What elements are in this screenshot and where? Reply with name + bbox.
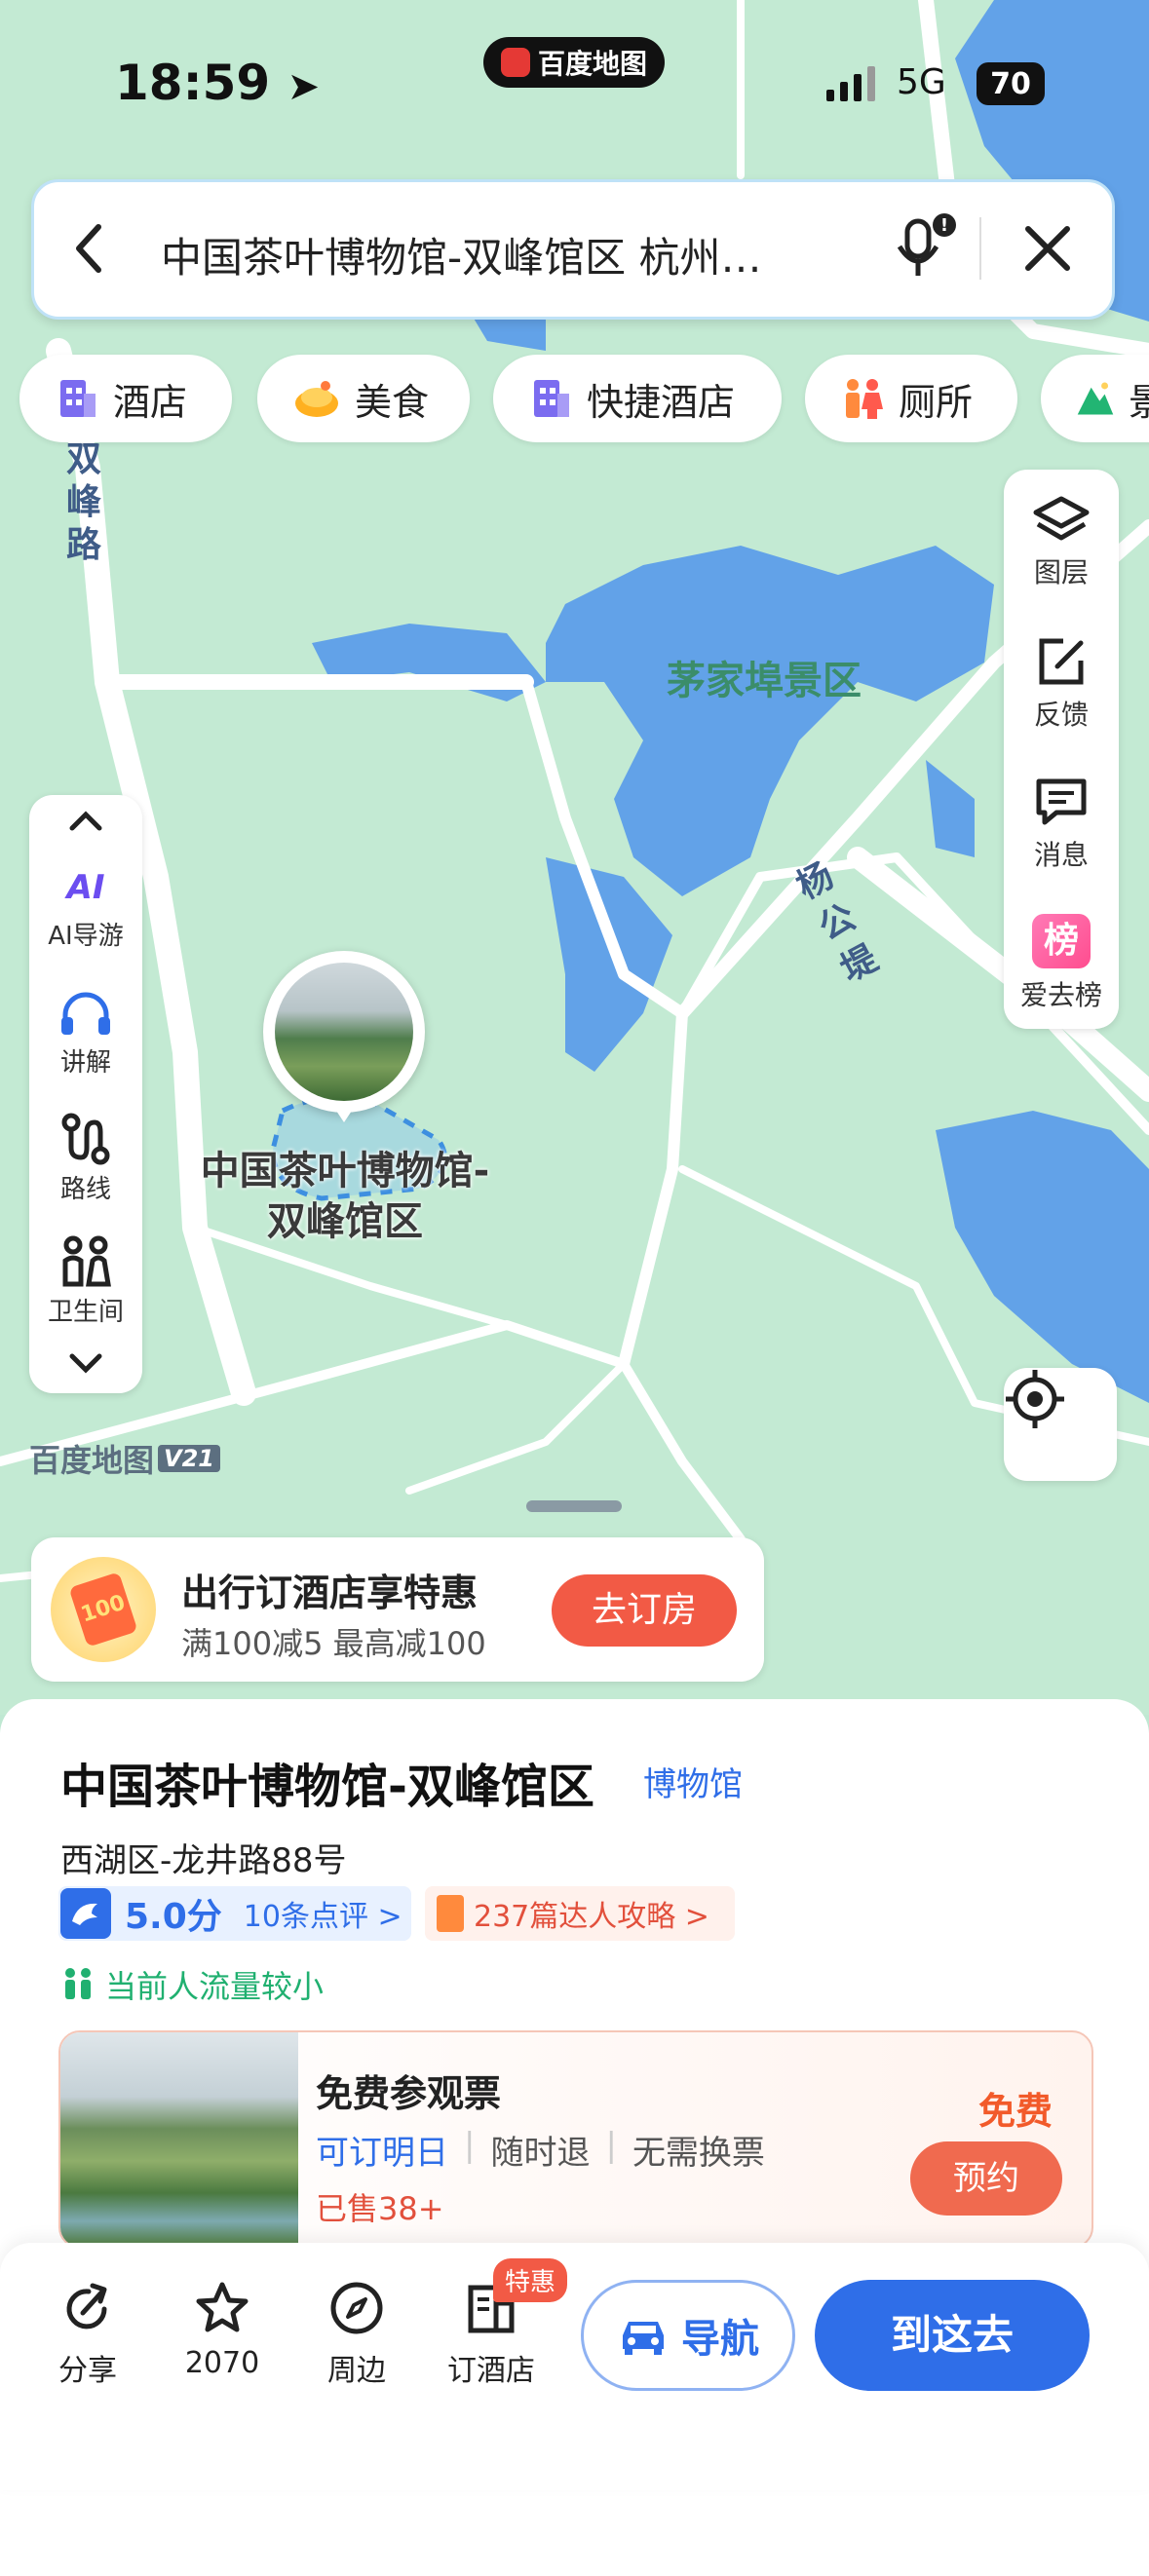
ai-guide-button[interactable]: AI AI导游 <box>29 863 142 952</box>
close-icon[interactable] <box>1020 221 1075 280</box>
network-type: 5G <box>897 62 946 102</box>
sheet-drag-handle[interactable] <box>526 1500 622 1512</box>
book-hotel-button[interactable]: 去订房 <box>552 1574 737 1647</box>
ticket-card[interactable]: 免费参观票 可订明日 | 随时退 | 无需换票 已售38+ 免费 预约 <box>58 2030 1093 2249</box>
place-address: 西湖区-龙井路88号 <box>60 1841 347 1880</box>
chip-budget-hotel[interactable]: 快捷酒店 <box>493 355 782 442</box>
review-count-link[interactable]: 10条点评 > <box>244 1892 402 1935</box>
chip-label: 厕所 <box>899 380 974 424</box>
collapse-up-icon[interactable] <box>29 807 142 838</box>
baidu-map-logo-icon <box>500 48 530 77</box>
guides-badge[interactable]: 237篇达人攻略 > <box>425 1886 735 1941</box>
favorite-button[interactable]: 2070 <box>164 2280 281 2380</box>
poi-label[interactable]: 中国茶叶博物馆- 双峰馆区 <box>179 1146 511 1247</box>
ticket-tags: 可订明日 | 随时退 | 无需换票 <box>316 2126 765 2173</box>
map-watermark: 百度地图 V21 <box>29 1436 220 1481</box>
ai-icon: AI <box>66 868 105 907</box>
poi-label-line2: 双峰馆区 <box>267 1199 423 1244</box>
expand-down-icon[interactable] <box>29 1350 142 1382</box>
share-button[interactable]: 分享 <box>29 2280 146 2389</box>
chip-food[interactable]: 美食 <box>257 355 470 442</box>
nearby-button[interactable]: 周边 <box>298 2280 415 2389</box>
status-app-badge: 百度地图 <box>483 37 665 88</box>
feedback-edit-icon <box>1039 638 1084 685</box>
reserve-button[interactable]: 预约 <box>910 2141 1062 2216</box>
go-here-button[interactable]: 到这去 <box>815 2280 1090 2391</box>
messages-button[interactable]: 消息 <box>1004 776 1119 873</box>
search-bar[interactable]: 中国茶叶博物馆-双峰馆区 杭州… ! <box>31 179 1115 320</box>
ticket-price: 免费 <box>978 2090 1053 2133</box>
ranking-button[interactable]: 榜 爱去榜 <box>1004 914 1119 1013</box>
locate-button[interactable] <box>1004 1368 1117 1481</box>
people-icon <box>65 1968 91 1999</box>
layers-button[interactable]: 图层 <box>1004 495 1119 590</box>
restroom-icon <box>62 1235 111 1287</box>
chip-toilet[interactable]: 厕所 <box>805 355 1017 442</box>
chip-label: 景 <box>1128 380 1149 424</box>
back-icon[interactable] <box>69 217 108 284</box>
route-button[interactable]: 路线 <box>29 1113 142 1205</box>
car-icon <box>623 2322 664 2355</box>
right-toolbar: 图层 反馈 消息 榜 爱去榜 <box>1004 470 1119 1029</box>
navigate-button[interactable]: 导航 <box>581 2280 795 2391</box>
budget-hotel-icon <box>534 380 569 417</box>
discount-badge: 特惠 <box>493 2258 568 2302</box>
promo-title: 出行订酒店享特惠 <box>181 1572 479 1614</box>
locate-icon <box>1006 1370 1064 1428</box>
chip-scenic[interactable]: 景 <box>1041 355 1149 442</box>
ranking-icon: 榜 <box>1032 914 1091 968</box>
layers-icon <box>1033 496 1090 541</box>
ticket-tag: 可订明日 <box>316 2134 448 2173</box>
star-icon <box>196 2282 249 2332</box>
left-toolbar: AI AI导游 讲解 路线 卫生间 <box>29 795 142 1393</box>
guides-link[interactable]: 237篇达人攻略 > <box>474 1892 709 1935</box>
ticket-title: 免费参观票 <box>316 2072 502 2115</box>
ticket-sold-count: 已售38+ <box>316 2190 444 2227</box>
share-icon <box>66 2283 107 2330</box>
location-arrow-icon: ➤ <box>287 64 321 109</box>
scenic-area-label: 茅家埠景区 <box>667 659 862 703</box>
feedback-button[interactable]: 反馈 <box>1004 635 1119 733</box>
chip-label: 美食 <box>355 380 430 424</box>
toilet-icon <box>846 379 883 419</box>
version-badge: V21 <box>158 1445 220 1472</box>
hotel-icon <box>60 380 96 417</box>
compass-icon <box>330 2282 383 2334</box>
guide-book-icon <box>437 1895 464 1932</box>
watermark-text: 百度地图 <box>29 1442 155 1479</box>
chip-label: 酒店 <box>113 380 188 424</box>
rating-score: 5.0分 <box>125 1897 222 1937</box>
crowd-status: 当前人流量较小 <box>60 1962 324 2007</box>
headphones-icon <box>61 992 110 1035</box>
poi-photo-marker[interactable] <box>263 951 425 1122</box>
message-icon <box>1036 778 1087 825</box>
road-label-shuangfeng: 双峰路 <box>65 439 101 565</box>
poi-label-line1: 中国茶叶博物馆- <box>200 1149 490 1193</box>
ticket-tag: 随时退 <box>490 2134 591 2173</box>
chip-hotel[interactable]: 酒店 <box>19 355 232 442</box>
route-icon <box>61 1113 110 1165</box>
dolphin-icon <box>60 1888 111 1939</box>
food-icon <box>295 381 338 417</box>
poi-photo <box>275 963 413 1101</box>
place-category[interactable]: 博物馆 <box>643 1758 743 1805</box>
ticket-photo <box>60 2032 298 2247</box>
scenic-icon <box>1077 382 1114 415</box>
chip-label: 快捷酒店 <box>587 380 736 424</box>
promo-subtitle: 满100减5 最高减100 <box>181 1625 486 1662</box>
search-query[interactable]: 中国茶叶博物馆-双峰馆区 杭州… <box>161 225 882 284</box>
svg-text:!: ! <box>940 215 948 236</box>
place-name: 中国茶叶博物馆-双峰馆区 <box>60 1760 594 1814</box>
ticket-tag: 无需换票 <box>632 2134 765 2173</box>
signal-icon <box>826 66 875 101</box>
hotel-promo-card[interactable]: 100 出行订酒店享特惠 满100减5 最高减100 去订房 <box>31 1537 764 1682</box>
voice-search-icon[interactable]: ! <box>892 211 960 293</box>
battery-indicator: 70 <box>977 62 1045 105</box>
audio-guide-button[interactable]: 讲解 <box>29 990 142 1079</box>
status-time: 18:59 ➤ <box>115 55 321 111</box>
rating-badge[interactable]: 5.0分 10条点评 > <box>58 1886 411 1941</box>
toilet-button[interactable]: 卫生间 <box>29 1235 142 1328</box>
coupon-icon: 100 <box>51 1557 156 1662</box>
